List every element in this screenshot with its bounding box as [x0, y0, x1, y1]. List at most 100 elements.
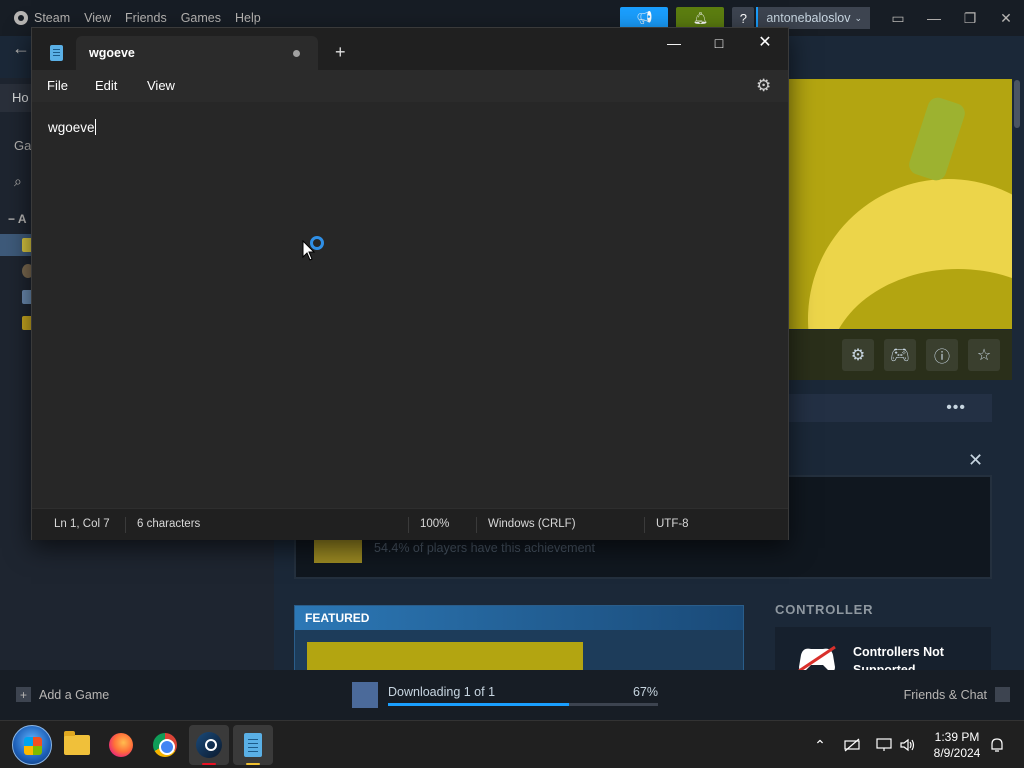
- notepad-menu-bar: File Edit View ⚙: [32, 70, 788, 102]
- status-line-ending[interactable]: Windows (CRLF): [488, 518, 576, 530]
- steam-menu-help[interactable]: Help: [235, 11, 261, 25]
- status-divider: [644, 517, 645, 533]
- bell-icon: [991, 738, 1003, 752]
- new-tab-button[interactable]: +: [335, 42, 346, 63]
- no-network-icon[interactable]: [840, 721, 864, 768]
- sidebar-all-collapse[interactable]: − A: [8, 212, 27, 226]
- notepad-maximize-button[interactable]: □: [696, 32, 742, 58]
- steam-menu-steam[interactable]: Steam: [14, 11, 70, 25]
- back-arrow-icon[interactable]: ←: [12, 38, 30, 59]
- steam-menu-steam-label: Steam: [34, 11, 71, 25]
- taskbar-clock[interactable]: 1:39 PM 8/9/2024: [922, 729, 992, 761]
- status-divider: [408, 517, 409, 533]
- sidebar-all-label: A: [17, 212, 27, 226]
- download-percent: 67%: [632, 685, 658, 699]
- steam-scrollbar[interactable]: [1014, 80, 1020, 670]
- steam-logo-icon: [14, 11, 28, 25]
- notification-center-button[interactable]: [986, 721, 1008, 768]
- taskbar-chrome[interactable]: [145, 725, 185, 765]
- plus-icon: +: [16, 687, 31, 702]
- notepad-minimize-button[interactable]: —: [651, 32, 697, 58]
- monitor-icon: ▭: [891, 9, 905, 26]
- network-crossed-icon: [844, 738, 860, 752]
- notifications-button[interactable]: 🔔︎: [676, 7, 725, 29]
- editor-content[interactable]: wgoeve: [48, 119, 96, 135]
- friends-chat-label: Friends & Chat: [903, 687, 987, 702]
- account-menu[interactable]: antonebaloslov ⌄: [756, 7, 870, 29]
- folder-icon: [64, 731, 90, 755]
- steam-menu-friends[interactable]: Friends: [125, 11, 167, 25]
- volume-icon[interactable]: [896, 721, 920, 768]
- steam-restore-button[interactable]: ❐: [952, 10, 988, 27]
- steam-close-button[interactable]: ✕: [988, 10, 1024, 27]
- taskbar-steam[interactable]: [189, 725, 229, 765]
- display-icon[interactable]: [872, 721, 896, 768]
- help-button[interactable]: ?: [732, 7, 755, 29]
- notepad-title-bar: wgoeve + — □ ✕: [32, 28, 788, 70]
- steam-icon: [196, 732, 222, 758]
- banana-stem: [906, 95, 968, 183]
- menu-view[interactable]: View: [147, 78, 175, 93]
- taskbar-file-explorer[interactable]: [57, 725, 97, 765]
- account-name: antonebaloslov: [766, 11, 851, 25]
- taskbar-notepad[interactable]: [233, 725, 273, 765]
- status-encoding[interactable]: UTF-8: [656, 518, 689, 530]
- add-game-button[interactable]: + Add a Game: [16, 687, 109, 702]
- add-game-label: Add a Game: [39, 687, 110, 702]
- speaker-icon: [900, 738, 915, 752]
- menu-file[interactable]: File: [47, 78, 68, 93]
- download-text: Downloading 1 of 1: [388, 685, 496, 699]
- status-position: Ln 1, Col 7: [54, 518, 110, 530]
- steam-menu-view[interactable]: View: [84, 11, 111, 25]
- monitor-icon: [876, 738, 892, 751]
- controller-icon[interactable]: 🎮︎: [884, 339, 916, 371]
- big-picture-button[interactable]: ▭: [880, 10, 916, 27]
- featured-header: FEATURED: [295, 606, 743, 630]
- running-indicator: [246, 763, 260, 765]
- gear-icon[interactable]: ⚙: [842, 339, 874, 371]
- text-editor[interactable]: wgoeve: [32, 102, 788, 508]
- scroll-thumb[interactable]: [1014, 80, 1020, 128]
- notepad-icon: [244, 733, 262, 757]
- show-hidden-icons-button[interactable]: ⌃: [808, 721, 832, 768]
- menu-edit[interactable]: Edit: [95, 78, 117, 93]
- status-zoom[interactable]: 100%: [420, 518, 449, 530]
- chrome-icon: [153, 733, 177, 757]
- download-status[interactable]: Downloading 1 of 1 67%: [352, 682, 662, 708]
- tab-title: wgoeve: [89, 46, 135, 60]
- announcements-button[interactable]: 📢︎: [620, 7, 669, 29]
- gear-icon[interactable]: ⚙: [756, 76, 771, 96]
- notepad-close-button[interactable]: ✕: [742, 32, 788, 58]
- achievement-percent-text: 54.4% of players have this achievement: [374, 541, 595, 555]
- tab-wgoeve[interactable]: wgoeve: [76, 36, 318, 70]
- steam-minimize-button[interactable]: —: [916, 10, 952, 26]
- game-hero-image: [788, 79, 1012, 329]
- game-download-icon: [352, 682, 378, 708]
- friends-chat-button[interactable]: Friends & Chat: [904, 687, 1010, 702]
- close-icon[interactable]: ✕: [968, 450, 983, 471]
- search-icon[interactable]: ⌕: [14, 173, 22, 190]
- game-action-icons: ⚙ 🎮︎ ⓘ ☆: [788, 330, 1012, 380]
- chevron-down-icon: ⌄: [854, 12, 862, 23]
- text-caret: [94, 119, 96, 135]
- taskbar-firefox[interactable]: [101, 725, 141, 765]
- steam-menu-bar: Steam View Friends Games Help: [0, 11, 261, 25]
- info-icon[interactable]: ⓘ: [926, 339, 958, 371]
- clock-time: 1:39 PM: [934, 730, 980, 744]
- clock-date: 8/9/2024: [933, 746, 981, 760]
- download-progress-fill: [388, 703, 569, 706]
- notepad-app-icon: [50, 45, 63, 61]
- steam-menu-games[interactable]: Games: [181, 11, 221, 25]
- featured-panel[interactable]: FEATURED: [294, 605, 744, 682]
- star-icon[interactable]: ☆: [968, 339, 1000, 371]
- status-characters: 6 characters: [137, 518, 201, 530]
- controller-section-title: CONTROLLER: [775, 602, 874, 617]
- status-divider: [125, 517, 126, 533]
- sidebar-games-dropdown[interactable]: Ga: [14, 138, 31, 153]
- unsaved-dot-icon[interactable]: [293, 50, 300, 57]
- steam-bottom-bar: + Add a Game Downloading 1 of 1 67% Frie…: [0, 670, 1024, 720]
- bell-icon: 🔔︎: [692, 11, 708, 25]
- start-button[interactable]: [12, 725, 52, 765]
- more-options-button[interactable]: •••: [788, 394, 992, 422]
- windows-taskbar: ⌃ 1:39 PM 8/9/2024: [0, 720, 1024, 768]
